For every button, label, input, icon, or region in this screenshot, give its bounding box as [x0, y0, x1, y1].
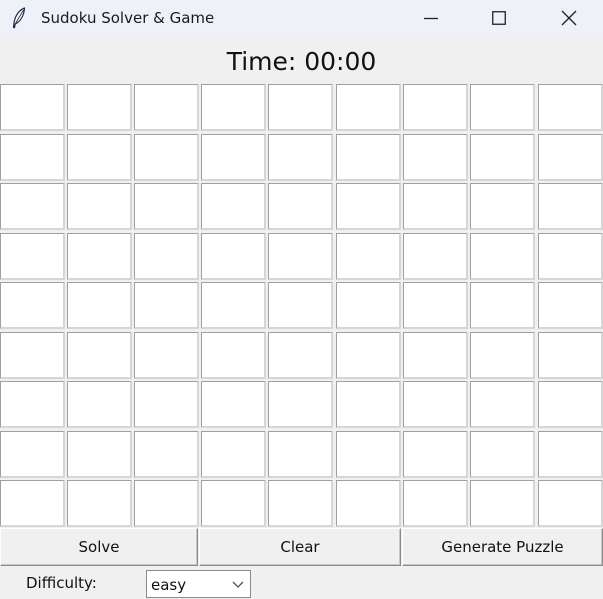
sudoku-cell[interactable] [134, 480, 199, 527]
sudoku-cell[interactable] [201, 233, 266, 280]
sudoku-cell[interactable] [67, 431, 132, 478]
timer-label: Time: 00:00 [226, 47, 377, 76]
sudoku-cell[interactable] [201, 84, 266, 131]
sudoku-cell[interactable] [336, 480, 401, 527]
feather-icon [12, 7, 26, 29]
sudoku-cell[interactable] [268, 431, 333, 478]
sudoku-cell[interactable] [201, 332, 266, 379]
sudoku-cell[interactable] [336, 183, 401, 230]
sudoku-cell[interactable] [403, 233, 468, 280]
sudoku-cell[interactable] [403, 332, 468, 379]
sudoku-cell[interactable] [67, 233, 132, 280]
sudoku-cell[interactable] [67, 480, 132, 527]
minimize-button[interactable] [397, 0, 465, 36]
sudoku-cell[interactable] [134, 134, 199, 181]
sudoku-cell[interactable] [268, 381, 333, 428]
sudoku-cell[interactable] [403, 431, 468, 478]
sudoku-cell[interactable] [268, 332, 333, 379]
sudoku-cell[interactable] [336, 381, 401, 428]
sudoku-cell[interactable] [0, 332, 65, 379]
sudoku-cell[interactable] [336, 84, 401, 131]
sudoku-cell[interactable] [470, 183, 535, 230]
window-title: Sudoku Solver & Game [41, 9, 215, 27]
sudoku-cell[interactable] [67, 381, 132, 428]
clear-button[interactable]: Clear [199, 528, 401, 566]
solve-button[interactable]: Solve [0, 528, 198, 566]
sudoku-cell[interactable] [268, 84, 333, 131]
sudoku-cell[interactable] [403, 381, 468, 428]
sudoku-cell[interactable] [268, 282, 333, 329]
sudoku-cell[interactable] [134, 431, 199, 478]
sudoku-cell[interactable] [268, 233, 333, 280]
sudoku-cell[interactable] [67, 332, 132, 379]
sudoku-cell[interactable] [403, 134, 468, 181]
sudoku-cell[interactable] [201, 134, 266, 181]
sudoku-cell[interactable] [0, 84, 65, 131]
sudoku-cell[interactable] [538, 233, 603, 280]
sudoku-cell[interactable] [0, 381, 65, 428]
sudoku-cell[interactable] [201, 282, 266, 329]
maximize-icon [492, 11, 506, 25]
minimize-icon [424, 17, 438, 20]
sudoku-cell[interactable] [403, 84, 468, 131]
title-bar: Sudoku Solver & Game [0, 0, 603, 36]
chevron-down-icon [232, 581, 244, 588]
sudoku-cell[interactable] [67, 282, 132, 329]
sudoku-cell[interactable] [134, 381, 199, 428]
sudoku-cell[interactable] [538, 282, 603, 329]
sudoku-cell[interactable] [0, 183, 65, 230]
sudoku-cell[interactable] [268, 183, 333, 230]
sudoku-cell[interactable] [201, 183, 266, 230]
sudoku-cell[interactable] [0, 431, 65, 478]
difficulty-value: easy [151, 576, 187, 594]
maximize-button[interactable] [465, 0, 533, 36]
sudoku-cell[interactable] [268, 134, 333, 181]
sudoku-cell[interactable] [134, 332, 199, 379]
sudoku-cell[interactable] [538, 381, 603, 428]
sudoku-cell[interactable] [268, 480, 333, 527]
sudoku-cell[interactable] [0, 134, 65, 181]
sudoku-cell[interactable] [336, 134, 401, 181]
sudoku-cell[interactable] [201, 480, 266, 527]
difficulty-label: Difficulty: [26, 574, 97, 592]
sudoku-cell[interactable] [67, 134, 132, 181]
sudoku-cell[interactable] [470, 431, 535, 478]
sudoku-cell[interactable] [538, 332, 603, 379]
sudoku-cell[interactable] [67, 183, 132, 230]
sudoku-cell[interactable] [470, 282, 535, 329]
sudoku-cell[interactable] [134, 233, 199, 280]
sudoku-grid [0, 84, 603, 528]
sudoku-cell[interactable] [470, 233, 535, 280]
sudoku-cell[interactable] [470, 84, 535, 131]
sudoku-cell[interactable] [538, 134, 603, 181]
sudoku-cell[interactable] [538, 480, 603, 527]
sudoku-cell[interactable] [134, 282, 199, 329]
sudoku-cell[interactable] [134, 84, 199, 131]
sudoku-cell[interactable] [470, 134, 535, 181]
sudoku-cell[interactable] [538, 183, 603, 230]
sudoku-cell[interactable] [538, 84, 603, 131]
close-icon [561, 10, 577, 26]
generate-puzzle-button[interactable]: Generate Puzzle [402, 528, 603, 566]
sudoku-cell[interactable] [201, 381, 266, 428]
sudoku-cell[interactable] [336, 332, 401, 379]
sudoku-cell[interactable] [470, 332, 535, 379]
sudoku-cell[interactable] [201, 431, 266, 478]
sudoku-cell[interactable] [538, 431, 603, 478]
sudoku-cell[interactable] [470, 381, 535, 428]
sudoku-cell[interactable] [0, 282, 65, 329]
sudoku-cell[interactable] [134, 183, 199, 230]
difficulty-select[interactable]: easy [146, 570, 251, 598]
sudoku-cell[interactable] [470, 480, 535, 527]
close-button[interactable] [535, 0, 603, 36]
sudoku-cell[interactable] [0, 233, 65, 280]
sudoku-cell[interactable] [336, 233, 401, 280]
sudoku-cell[interactable] [336, 282, 401, 329]
sudoku-cell[interactable] [336, 431, 401, 478]
sudoku-cell[interactable] [403, 282, 468, 329]
sudoku-cell[interactable] [67, 84, 132, 131]
sudoku-cell[interactable] [403, 183, 468, 230]
sudoku-cell[interactable] [403, 480, 468, 527]
sudoku-cell[interactable] [0, 480, 65, 527]
